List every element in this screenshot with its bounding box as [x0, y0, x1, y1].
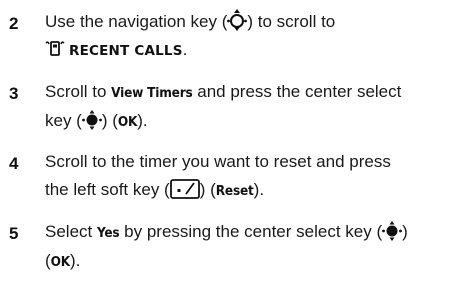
text: Use the navigation key (: [45, 12, 228, 31]
text: ): [402, 222, 408, 241]
ui-term: OK: [50, 254, 71, 270]
text: .: [182, 40, 188, 59]
step-line: Scroll to View Timers and press the cent…: [45, 78, 460, 107]
ui-term: Yes: [96, 225, 120, 241]
text: ) (: [101, 111, 118, 130]
text: key (: [45, 111, 82, 130]
step-text: Select Yes by pressing the center select…: [45, 218, 460, 276]
step-line: RECENT CALLS.: [45, 36, 460, 65]
recent-calls-icon: [45, 40, 65, 58]
text: and press the center select: [192, 82, 402, 101]
center-select-key-icon: [81, 109, 102, 130]
center-select-key-icon: [382, 220, 403, 241]
step-line: (OK).: [45, 247, 460, 276]
text: ).: [253, 180, 265, 199]
step-line: key ( ) (OK).: [45, 107, 460, 136]
step-text: Scroll to the timer you want to reset an…: [45, 148, 460, 205]
step-number: 4: [9, 154, 19, 173]
step-line: Select Yes by pressing the center select…: [45, 218, 460, 247]
step-text: Scroll to View Timers and press the cent…: [45, 78, 460, 136]
text: ) (: [199, 180, 216, 199]
step-number: 3: [9, 84, 19, 103]
menu-label: RECENT CALLS: [69, 43, 183, 59]
text: the left soft key (: [45, 180, 170, 199]
step-line: Use the navigation key ( ) to scroll to: [45, 8, 460, 36]
text: Select: [45, 222, 97, 241]
text: ) to scroll to: [247, 12, 336, 31]
step-line: the left soft key ( ) (Reset).: [45, 176, 460, 205]
ui-term: View Timers: [111, 85, 193, 101]
step-text: Use the navigation key ( ) to scroll to …: [45, 8, 460, 65]
step-number: 2: [9, 14, 19, 33]
left-soft-key-icon: [169, 178, 200, 199]
ui-term: Reset: [215, 183, 254, 199]
text: by pressing the center select key (: [119, 222, 383, 241]
navigation-key-icon: [227, 8, 248, 31]
text: Scroll to: [45, 82, 112, 101]
step-number: 5: [9, 224, 19, 243]
text: ).: [137, 111, 148, 130]
ui-term: OK: [117, 114, 138, 130]
step-line: Scroll to the timer you want to reset an…: [45, 152, 391, 171]
text: ).: [70, 251, 81, 270]
